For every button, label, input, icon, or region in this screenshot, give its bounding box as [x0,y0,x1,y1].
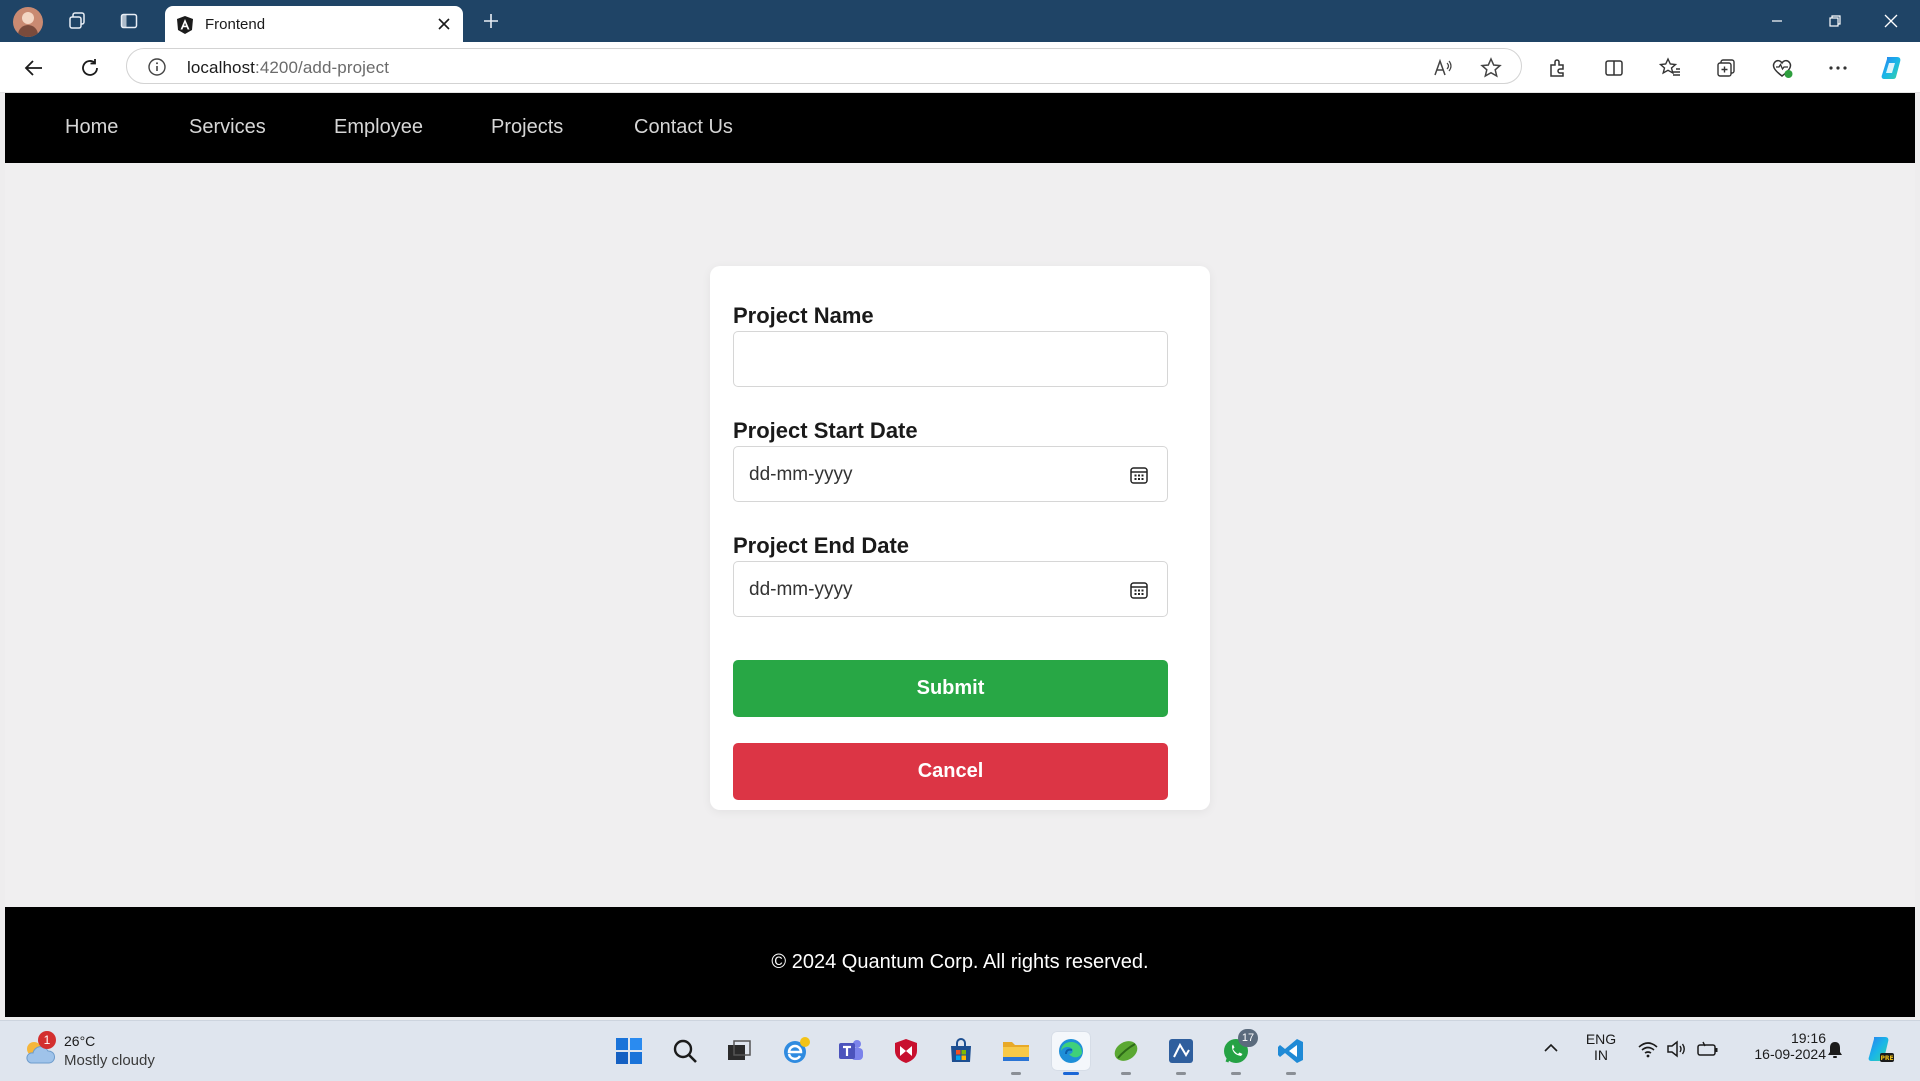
url-text: localhost:4200/add-project [187,58,390,77]
back-icon[interactable] [18,52,50,84]
search-icon[interactable] [665,1031,705,1071]
site-info-icon[interactable] [147,57,167,77]
browser-tab-active[interactable]: Frontend [165,6,463,42]
wifi-icon[interactable] [1637,1040,1659,1058]
store-icon[interactable] [941,1031,981,1071]
windows-start-icon[interactable] [609,1031,649,1071]
weather-temp: 26°C [64,1033,96,1049]
tab-actions-icon[interactable] [114,6,144,36]
more-options-icon[interactable] [1824,54,1852,82]
favorite-star-icon[interactable] [1479,56,1503,80]
copilot-icon[interactable] [1878,54,1906,82]
windows-taskbar: 1 26°C Mostly cloudy 17 ENG IN 19:16 16-… [0,1020,1920,1081]
workspaces-icon[interactable] [62,6,92,36]
submit-button[interactable]: Submit [733,660,1168,717]
browser-essentials-icon[interactable] [1768,54,1796,82]
end-date-input[interactable]: dd-mm-yyyy [733,561,1168,617]
system-clock[interactable]: 19:16 16-09-2024 [1734,1030,1826,1062]
close-window-icon[interactable] [1862,0,1920,42]
page-viewport: Home Services Employee Projects Contact … [5,93,1915,1017]
battery-icon[interactable] [1697,1040,1719,1058]
nav-services[interactable]: Services [189,116,266,139]
footer-copyright: © 2024 Quantum Corp. All rights reserved… [771,950,1149,973]
end-date-placeholder: dd-mm-yyyy [749,579,853,600]
folder-icon[interactable] [996,1031,1036,1075]
notification-bell-icon[interactable] [1825,1040,1845,1060]
read-aloud-icon[interactable] [1431,56,1455,80]
project-name-label: Project Name [733,303,874,328]
vscode-icon[interactable] [1271,1031,1311,1075]
browser-toolbar: localhost:4200/add-project [0,42,1920,93]
teams-icon[interactable] [831,1031,871,1071]
start-date-label: Project Start Date [733,418,918,443]
end-date-label: Project End Date [733,533,910,558]
split-screen-icon[interactable] [1600,54,1628,82]
tab-title: Frontend [205,16,266,33]
svg-text:PRE: PRE [1880,1055,1893,1062]
restore-icon[interactable] [1806,0,1864,42]
weather-alert-badge: 1 [38,1031,56,1049]
start-date-input[interactable]: dd-mm-yyyy [733,446,1168,502]
bluej-icon[interactable] [1106,1031,1146,1075]
edge-icon[interactable] [1051,1031,1091,1075]
ie-icon[interactable] [776,1031,816,1071]
address-bar[interactable]: localhost:4200/add-project [126,48,1522,84]
language-indicator[interactable]: ENG IN [1580,1031,1622,1063]
profile-avatar[interactable] [13,7,43,37]
refresh-icon[interactable] [74,52,106,84]
collections-icon[interactable] [1712,54,1740,82]
extensions-icon[interactable] [1544,54,1572,82]
new-tab-icon[interactable] [476,6,506,36]
calendar-icon[interactable] [1129,465,1149,485]
nav-contact-us[interactable]: Contact Us [634,116,733,139]
whatsapp-icon[interactable]: 17 [1216,1029,1258,1075]
cancel-button[interactable]: Cancel [733,743,1168,800]
calendar-icon[interactable] [1129,580,1149,600]
favorites-icon[interactable] [1656,54,1684,82]
page-footer: © 2024 Quantum Corp. All rights reserved… [5,907,1915,1017]
nav-home[interactable]: Home [65,116,118,139]
minimize-icon[interactable] [1748,0,1806,42]
weather-condition: Mostly cloudy [64,1052,155,1069]
volume-icon[interactable] [1666,1040,1688,1058]
show-hidden-icons-icon[interactable] [1542,1041,1560,1055]
project-name-input[interactable] [733,331,1168,387]
nav-employee[interactable]: Employee [334,116,423,139]
start-date-placeholder: dd-mm-yyyy [749,464,853,485]
add-project-form: Project Name Project Start Date dd-mm-yy… [710,266,1210,810]
angular-icon [177,16,193,34]
close-tab-icon[interactable] [433,13,455,35]
whatsapp-unread-badge: 17 [1238,1029,1258,1047]
task-view-icon[interactable] [719,1031,759,1071]
top-navbar: Home Services Employee Projects Contact … [5,93,1915,163]
nav-projects[interactable]: Projects [491,116,563,139]
browser-titlebar: Frontend [0,0,1920,42]
copilot-taskbar-icon[interactable]: PRE [1864,1033,1896,1065]
remote-app-icon[interactable] [1161,1031,1201,1075]
mcafee-icon[interactable] [886,1031,926,1071]
weather-widget[interactable]: 1 26°C Mostly cloudy [20,1031,240,1075]
